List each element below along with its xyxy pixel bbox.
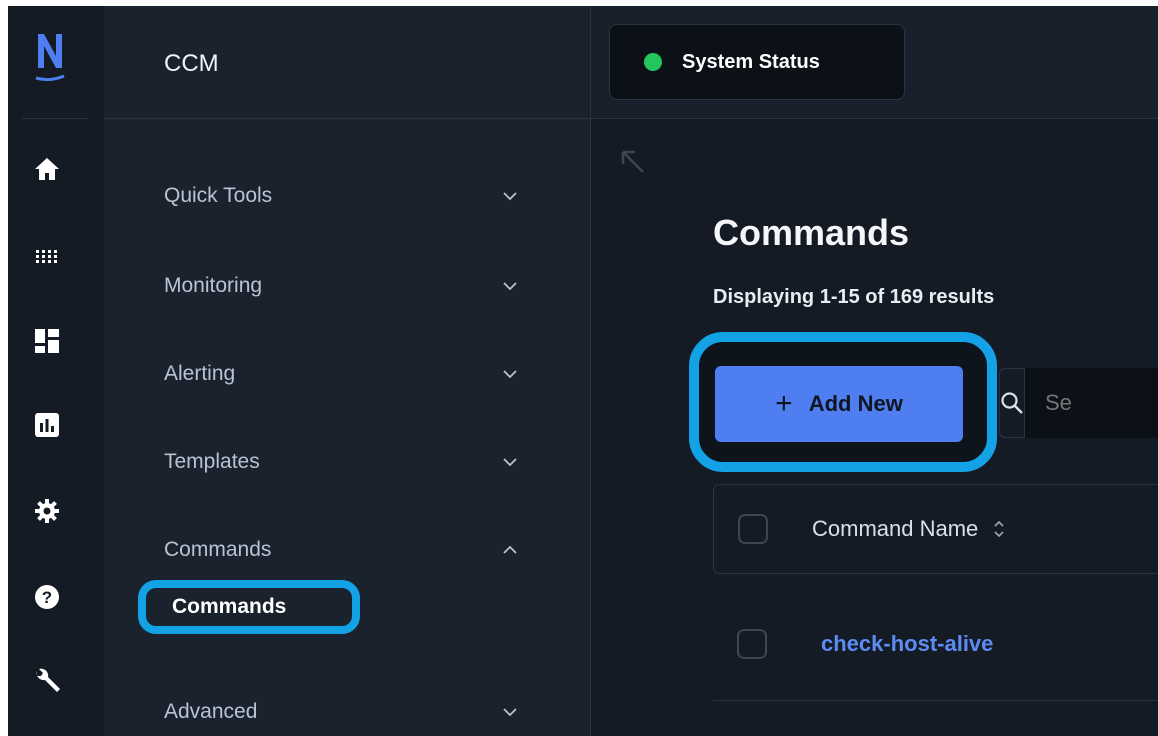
gear-icon[interactable] [32, 496, 62, 526]
plus-icon: + [775, 387, 793, 420]
chevron-up-icon [503, 545, 517, 554]
command-name-link[interactable]: check-host-alive [821, 631, 993, 657]
add-new-button[interactable]: + Add New [715, 366, 963, 442]
chevron-down-icon [503, 458, 517, 467]
sidebar-item-label: Alerting [164, 362, 236, 385]
sidebar-header: CCM [104, 6, 590, 119]
sidebar-item-templates[interactable]: Templates [164, 442, 524, 482]
table-header: Command Name [713, 484, 1158, 574]
add-new-label: Add New [808, 391, 903, 416]
results-count: Displaying 1-15 of 169 results [713, 286, 995, 308]
chevron-down-icon [503, 192, 517, 201]
icon-rail: ? [8, 6, 105, 736]
dashboard-icon[interactable] [32, 326, 62, 356]
chevron-down-icon [503, 282, 517, 291]
home-icon[interactable] [32, 154, 62, 184]
sidebar-item-advanced[interactable]: Advanced [164, 692, 524, 732]
top-bar: System Status [591, 6, 1158, 119]
main-content: System Status Commands Displaying 1-15 o… [591, 6, 1158, 736]
nagios-logo[interactable] [30, 28, 70, 100]
reports-icon[interactable] [32, 410, 62, 440]
row-checkbox[interactable] [737, 629, 767, 659]
grid-icon[interactable] [32, 242, 62, 272]
system-status-label: System Status [682, 50, 820, 73]
sidebar-item-commands[interactable]: Commands [164, 530, 524, 570]
sort-icon[interactable] [992, 517, 1006, 541]
rail-divider [22, 118, 88, 119]
sidebar-item-label: Commands [164, 538, 272, 561]
collapse-arrow-icon[interactable] [615, 144, 651, 180]
sidebar-item-label: Advanced [164, 700, 258, 723]
sidebar-item-quick-tools[interactable]: Quick Tools [164, 176, 524, 216]
table-row: check-host-alive [713, 588, 1158, 701]
sidebar-item-label: Monitoring [164, 274, 263, 297]
search-input[interactable] [1025, 368, 1158, 438]
sidebar-subitem-label: Commands [172, 595, 287, 618]
sidebar-item-label: Quick Tools [164, 184, 273, 207]
system-status-button[interactable]: System Status [609, 24, 905, 100]
page-title: Commands [713, 212, 910, 253]
sidebar-subitem-commands[interactable]: Commands [138, 580, 360, 634]
sidebar-item-alerting[interactable]: Alerting [164, 354, 524, 394]
search-icon[interactable] [1000, 369, 1025, 437]
app-title: CCM [164, 50, 219, 77]
help-icon[interactable]: ? [32, 582, 62, 612]
svg-text:?: ? [42, 588, 52, 607]
sidebar-item-label: Templates [164, 450, 260, 473]
column-header-command-name[interactable]: Command Name [812, 516, 978, 542]
wrench-icon[interactable] [32, 666, 62, 696]
sidebar-item-monitoring[interactable]: Monitoring [164, 266, 524, 306]
status-indicator-dot [644, 53, 662, 71]
chevron-down-icon [503, 708, 517, 717]
select-all-checkbox[interactable] [738, 514, 768, 544]
chevron-down-icon [503, 370, 517, 379]
search-bar [999, 368, 1158, 438]
app-window: ? CCM Quick Tools Monitoring Alerting Te… [8, 6, 1158, 736]
sidebar: CCM Quick Tools Monitoring Alerting Temp… [104, 6, 591, 736]
